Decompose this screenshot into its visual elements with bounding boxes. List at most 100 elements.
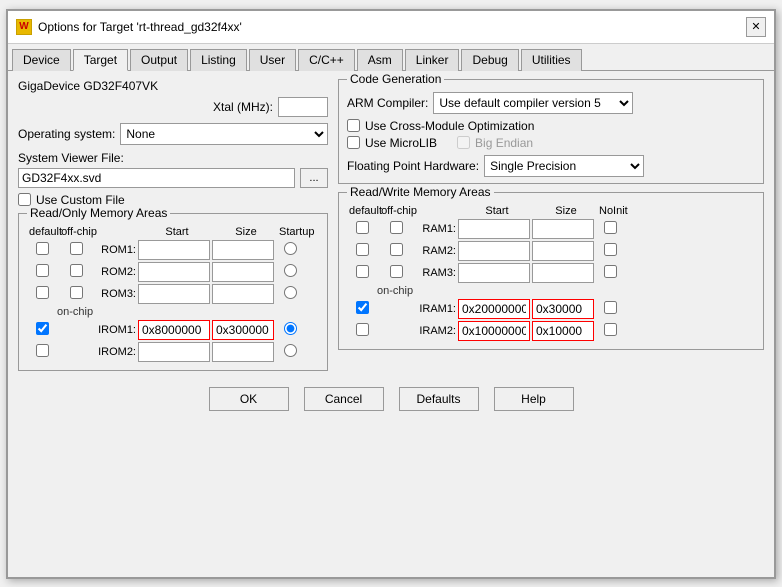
- use-custom-checkbox[interactable]: [18, 193, 31, 206]
- rom3-default-cb[interactable]: [36, 286, 49, 299]
- iram1-start[interactable]: [458, 299, 530, 319]
- ram2-default-cb[interactable]: [356, 243, 369, 256]
- ram3-noinit[interactable]: [604, 265, 617, 278]
- cross-module-label: Use Cross-Module Optimization: [365, 119, 534, 133]
- iram1-noinit[interactable]: [604, 301, 617, 314]
- os-label: Operating system:: [18, 127, 115, 141]
- irom2-default-cb[interactable]: [36, 344, 49, 357]
- rom-headers: default off-chip Start Size Startup: [27, 226, 319, 238]
- os-select[interactable]: None: [120, 123, 328, 145]
- microlib-cb[interactable]: [347, 136, 360, 149]
- rom2-startup[interactable]: [284, 264, 297, 277]
- main-row: GigaDevice GD32F407VK Xtal (MHz): Operat…: [18, 79, 764, 379]
- big-endian-cb[interactable]: [457, 136, 470, 149]
- rom1-startup[interactable]: [284, 242, 297, 255]
- rom3-offchip-cb[interactable]: [70, 286, 83, 299]
- rom2-start[interactable]: [138, 262, 210, 282]
- irom2-start[interactable]: [138, 342, 210, 362]
- arm-compiler-select[interactable]: Use default compiler version 5: [433, 92, 633, 114]
- rom-onchip-label: on-chip: [27, 306, 319, 318]
- ram-group: Read/Write Memory Areas default off-chip…: [338, 192, 764, 350]
- tab-user[interactable]: User: [249, 49, 296, 71]
- irom2-startup[interactable]: [284, 344, 297, 357]
- rom-offchip-row-1: ROM1:: [27, 240, 319, 260]
- os-row: Operating system: None: [18, 123, 328, 145]
- ok-button[interactable]: OK: [209, 387, 289, 411]
- cross-module-cb[interactable]: [347, 119, 360, 132]
- iram1-size[interactable]: [532, 299, 594, 319]
- irom1-size[interactable]: [212, 320, 274, 340]
- rom1-default-cb[interactable]: [36, 242, 49, 255]
- ram3-start[interactable]: [458, 263, 530, 283]
- irom2-size[interactable]: [212, 342, 274, 362]
- rom3-size[interactable]: [212, 284, 274, 304]
- rom-onchip-row-1: IROM1:: [27, 320, 319, 340]
- iram2-start[interactable]: [458, 321, 530, 341]
- code-gen-title: Code Generation: [347, 72, 444, 86]
- ram1-offchip-cb[interactable]: [390, 221, 403, 234]
- ram3-default-cb[interactable]: [356, 265, 369, 278]
- irom2-label: IROM2:: [96, 346, 136, 358]
- microlib-row: Use MicroLIB: [347, 136, 437, 150]
- ram-hdr-default: default: [349, 205, 379, 217]
- svd-browse-button[interactable]: ...: [300, 168, 328, 188]
- rom1-size[interactable]: [212, 240, 274, 260]
- ram2-offchip-cb[interactable]: [390, 243, 403, 256]
- irom1-startup[interactable]: [284, 322, 297, 335]
- ram1-noinit[interactable]: [604, 221, 617, 234]
- svd-input[interactable]: [18, 168, 295, 188]
- device-section: GigaDevice GD32F407VK Xtal (MHz):: [18, 79, 328, 117]
- ram1-size[interactable]: [532, 219, 594, 239]
- ram3-size[interactable]: [532, 263, 594, 283]
- irom1-default-cb[interactable]: [36, 322, 49, 335]
- tab-target[interactable]: Target: [73, 49, 128, 71]
- iram2-size[interactable]: [532, 321, 594, 341]
- rom3-startup[interactable]: [284, 286, 297, 299]
- button-row: OK Cancel Defaults Help: [18, 379, 764, 417]
- xtal-input[interactable]: [278, 97, 328, 117]
- left-panel: GigaDevice GD32F407VK Xtal (MHz): Operat…: [18, 79, 328, 379]
- ram2-noinit[interactable]: [604, 243, 617, 256]
- tab-asm[interactable]: Asm: [357, 49, 403, 71]
- code-gen-group: Code Generation ARM Compiler: Use defaul…: [338, 79, 764, 184]
- cancel-button[interactable]: Cancel: [304, 387, 384, 411]
- ram1-default-cb[interactable]: [356, 221, 369, 234]
- ram-hdr-size: Size: [535, 205, 597, 217]
- tab-output[interactable]: Output: [130, 49, 188, 71]
- iram2-default-cb[interactable]: [356, 323, 369, 336]
- tab-debug[interactable]: Debug: [461, 49, 518, 71]
- defaults-button[interactable]: Defaults: [399, 387, 479, 411]
- close-button[interactable]: ✕: [746, 17, 766, 37]
- rom1-label: ROM1:: [96, 244, 136, 256]
- ram3-label: RAM3:: [416, 267, 456, 279]
- ram-offchip-row-2: RAM2:: [347, 241, 755, 261]
- ram2-start[interactable]: [458, 241, 530, 261]
- rom2-default-cb[interactable]: [36, 264, 49, 277]
- fp-select[interactable]: Single Precision: [484, 155, 644, 177]
- rom1-offchip-cb[interactable]: [70, 242, 83, 255]
- tab-cpp[interactable]: C/C++: [298, 49, 355, 71]
- rom2-offchip-cb[interactable]: [70, 264, 83, 277]
- ram1-start[interactable]: [458, 219, 530, 239]
- titlebar: W Options for Target 'rt-thread_gd32f4xx…: [8, 11, 774, 44]
- iram2-noinit[interactable]: [604, 323, 617, 336]
- svd-label: System Viewer File:: [18, 151, 328, 165]
- tab-device[interactable]: Device: [12, 49, 71, 71]
- tab-utilities[interactable]: Utilities: [521, 49, 582, 71]
- fp-label: Floating Point Hardware:: [347, 159, 479, 173]
- tab-listing[interactable]: Listing: [190, 49, 247, 71]
- big-endian-label: Big Endian: [475, 136, 533, 150]
- iram1-default-cb[interactable]: [356, 301, 369, 314]
- fp-row: Floating Point Hardware: Single Precisio…: [347, 155, 755, 177]
- rom3-start[interactable]: [138, 284, 210, 304]
- help-button[interactable]: Help: [494, 387, 574, 411]
- big-endian-row: Big Endian: [457, 136, 533, 150]
- rom2-size[interactable]: [212, 262, 274, 282]
- ram2-size[interactable]: [532, 241, 594, 261]
- tab-linker[interactable]: Linker: [405, 49, 460, 71]
- xtal-label: Xtal (MHz):: [213, 100, 273, 114]
- ram1-label: RAM1:: [416, 223, 456, 235]
- ram3-offchip-cb[interactable]: [390, 265, 403, 278]
- irom1-start[interactable]: [138, 320, 210, 340]
- rom1-start[interactable]: [138, 240, 210, 260]
